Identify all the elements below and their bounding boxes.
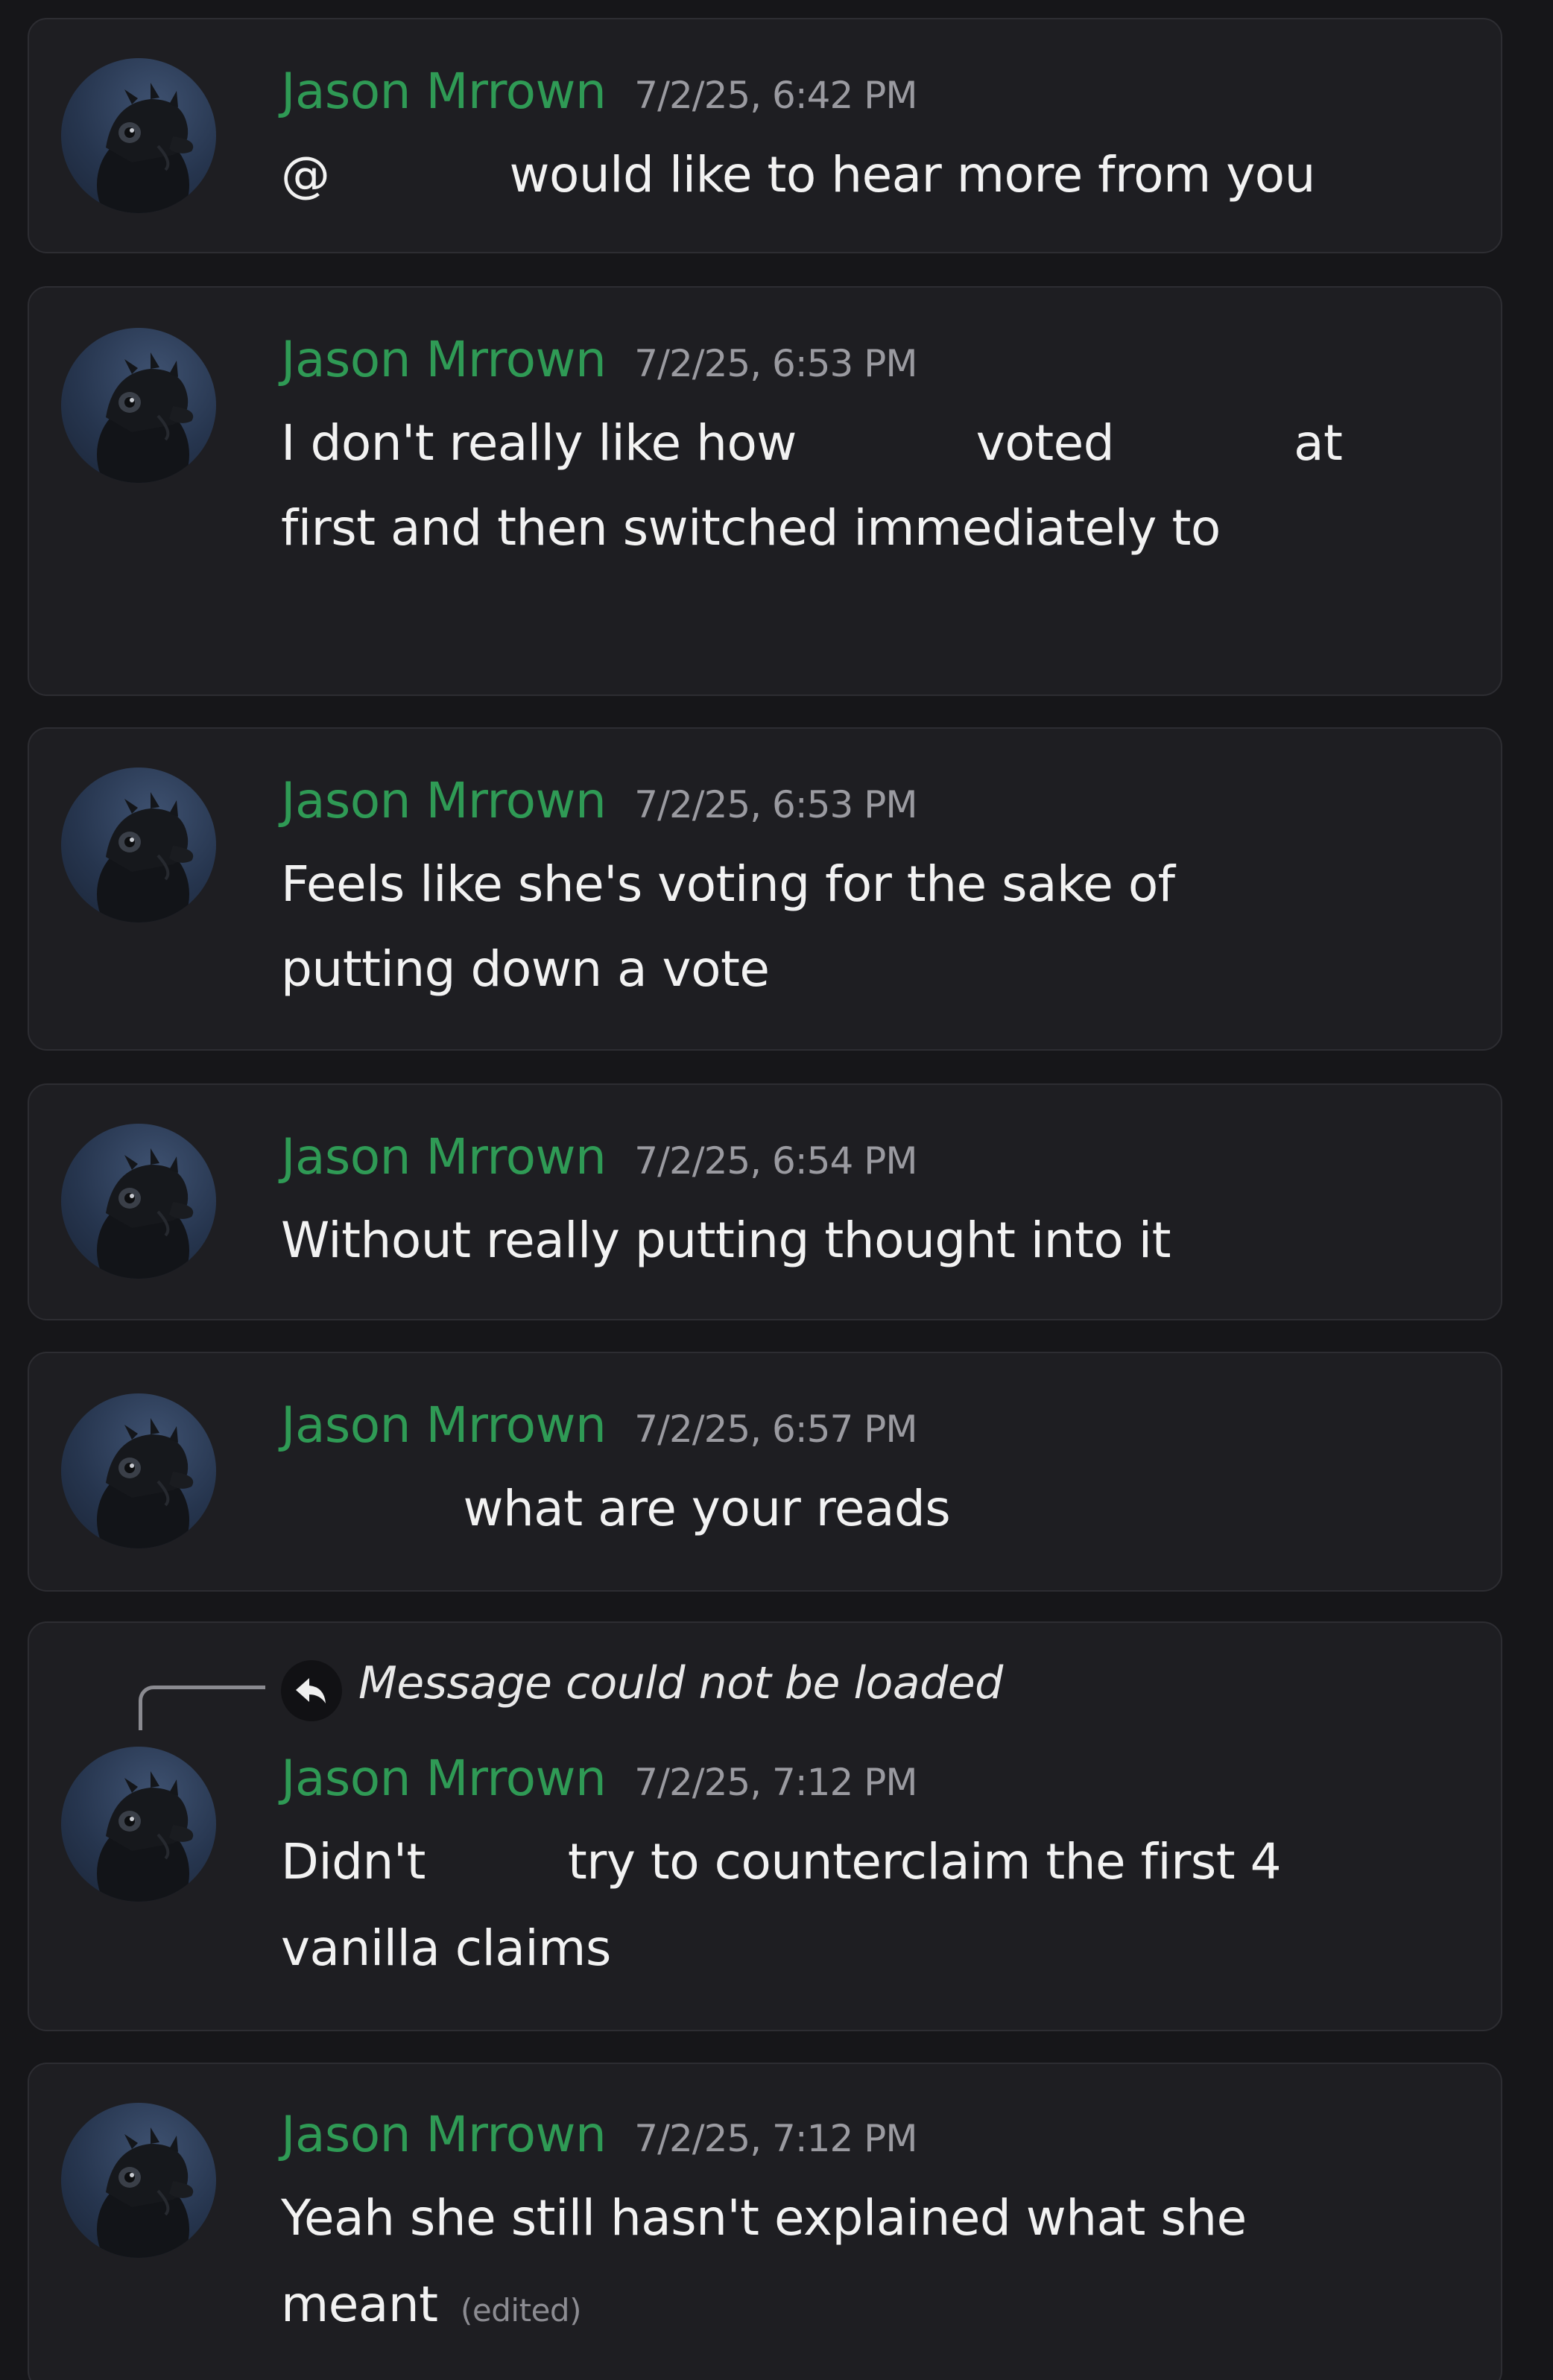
reply-arrow-icon bbox=[281, 1660, 342, 1721]
mention-prefix: @ bbox=[281, 146, 330, 203]
timestamp: 7/2/25, 7:12 PM bbox=[634, 1761, 917, 1804]
message-header: Jason Mrrown 7/2/25, 7:12 PM bbox=[281, 1750, 917, 1807]
author-name[interactable]: Jason Mrrown bbox=[281, 1750, 607, 1807]
message-segment: I don't really like how bbox=[281, 414, 797, 472]
dragon-avatar-icon[interactable] bbox=[61, 58, 216, 213]
message-text: what are your reads bbox=[281, 1480, 950, 1537]
author-name[interactable]: Jason Mrrown bbox=[281, 331, 607, 388]
message-header: Jason Mrrown 7/2/25, 6:57 PM bbox=[281, 1396, 917, 1454]
message-header: Jason Mrrown 7/2/25, 7:12 PM bbox=[281, 2106, 917, 2163]
message-text: Feels like she's voting for the sake of bbox=[281, 855, 1175, 913]
reply-connector bbox=[139, 1686, 265, 1730]
dragon-avatar-icon[interactable] bbox=[61, 2103, 216, 2258]
message-segment: first and then switched immediately to bbox=[281, 499, 1221, 557]
timestamp: 7/2/25, 6:42 PM bbox=[634, 74, 917, 117]
message-card[interactable] bbox=[28, 1352, 1502, 1592]
edited-tag: (edited) bbox=[461, 2292, 581, 2329]
dragon-avatar-icon[interactable] bbox=[61, 768, 216, 922]
message-text: putting down a vote bbox=[281, 940, 770, 998]
message-text: first and then switched immediately to bbox=[281, 499, 1221, 557]
author-name[interactable]: Jason Mrrown bbox=[281, 1396, 607, 1454]
message-segment: what are your reads bbox=[463, 1480, 951, 1537]
message-header: Jason Mrrown 7/2/25, 6:42 PM bbox=[281, 63, 917, 120]
message-card[interactable] bbox=[28, 1083, 1502, 1320]
message-segment: putting down a vote bbox=[281, 940, 770, 998]
message-text: vanilla claims bbox=[281, 1919, 611, 1977]
message-header: Jason Mrrown 7/2/25, 6:54 PM bbox=[281, 1128, 917, 1186]
message-text: Yeah she still hasn't explained what she bbox=[281, 2189, 1247, 2247]
message-segment: at bbox=[1294, 414, 1343, 472]
message-text: Didn't try to counterclaim the first 4 bbox=[281, 1833, 1282, 1890]
message-text: Without really putting thought into it bbox=[281, 1212, 1171, 1269]
timestamp: 7/2/25, 7:12 PM bbox=[634, 2117, 917, 2160]
dragon-avatar-icon[interactable] bbox=[61, 1124, 216, 1279]
message-segment: would like to hear more from you bbox=[509, 146, 1316, 203]
timestamp: 7/2/25, 6:57 PM bbox=[634, 1408, 917, 1451]
message-segment: meant bbox=[281, 2276, 438, 2333]
reply-preview[interactable]: Message could not be loaded bbox=[358, 1657, 1003, 1709]
message-header: Jason Mrrown 7/2/25, 6:53 PM bbox=[281, 772, 917, 829]
message-segment: Without really putting thought into it bbox=[281, 1212, 1171, 1269]
dragon-avatar-icon[interactable] bbox=[61, 1393, 216, 1548]
author-name[interactable]: Jason Mrrown bbox=[281, 772, 607, 829]
message-text: I don't really like how voted at bbox=[281, 414, 1343, 472]
message-segment: Yeah she still hasn't explained what she bbox=[281, 2189, 1247, 2247]
message-segment: voted bbox=[975, 414, 1115, 472]
timestamp: 7/2/25, 6:53 PM bbox=[634, 342, 917, 385]
message-text: meant (edited) bbox=[281, 2276, 581, 2333]
message-card[interactable] bbox=[28, 18, 1502, 253]
dragon-avatar-icon[interactable] bbox=[61, 328, 216, 483]
message-segment: Didn't bbox=[281, 1833, 426, 1890]
dragon-avatar-icon[interactable] bbox=[61, 1747, 216, 1902]
message-text: @ would like to hear more from you bbox=[281, 146, 1316, 203]
author-name[interactable]: Jason Mrrown bbox=[281, 2106, 607, 2163]
message-segment: Feels like she's voting for the sake of bbox=[281, 855, 1175, 913]
timestamp: 7/2/25, 6:53 PM bbox=[634, 783, 917, 826]
author-name[interactable]: Jason Mrrown bbox=[281, 63, 607, 120]
message-segment: try to counterclaim the first 4 bbox=[567, 1833, 1282, 1890]
author-name[interactable]: Jason Mrrown bbox=[281, 1128, 607, 1186]
timestamp: 7/2/25, 6:54 PM bbox=[634, 1139, 917, 1183]
message-header: Jason Mrrown 7/2/25, 6:53 PM bbox=[281, 331, 917, 388]
message-segment: vanilla claims bbox=[281, 1919, 611, 1977]
